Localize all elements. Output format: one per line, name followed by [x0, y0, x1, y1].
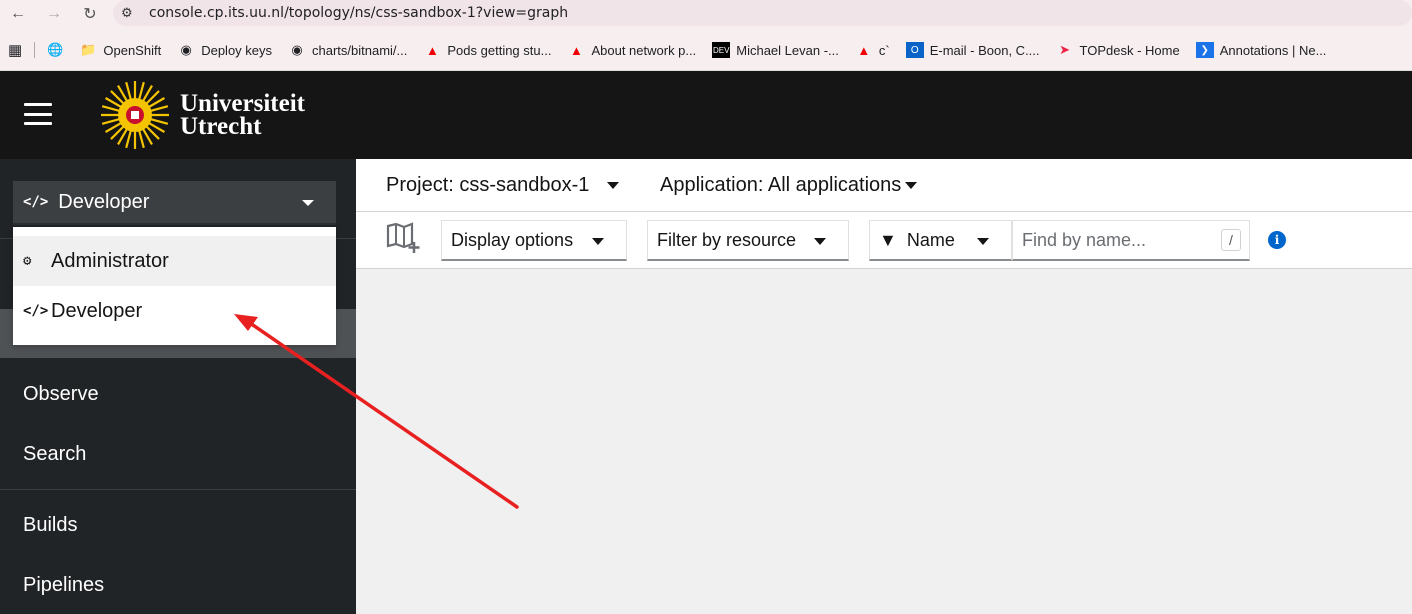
- bookmarks-bar: ▦ 🌐 📁 OpenShift ◉ Deploy keys ◉ charts/bitn…: [0, 36, 1412, 64]
- folder-icon: 📁: [80, 42, 97, 57]
- bookmark-item[interactable]: ▲ About network p...: [559, 36, 704, 64]
- bookmark-label: TOPdesk - Home: [1079, 42, 1180, 58]
- project-bar: Project: css-sandbox-1 Application: All …: [356, 159, 1412, 212]
- bookmark-item[interactable]: ➤ TOPdesk - Home: [1048, 36, 1188, 64]
- caret-down-icon: [592, 238, 604, 245]
- bookmark-label: Annotations | Ne...: [1219, 42, 1327, 58]
- university-logo[interactable]: Universiteit Utrecht: [96, 79, 305, 151]
- kube-icon: ❯: [1195, 42, 1214, 58]
- masthead: Universiteit Utrecht: [0, 71, 1412, 159]
- back-icon[interactable]: ←: [0, 0, 36, 28]
- sidebar-item-observe[interactable]: Observe: [23, 383, 99, 406]
- perspective-label: Developer: [58, 190, 150, 213]
- display-options-dropdown[interactable]: Display options: [441, 220, 627, 261]
- filter-icon: ▼: [879, 229, 897, 250]
- cogs-icon: ⚙: [23, 253, 32, 269]
- url-text[interactable]: console.cp.its.uu.nl/topology/ns/css-san…: [143, 5, 568, 21]
- code-icon: </>: [23, 194, 49, 210]
- logo-line-2: Utrecht: [180, 113, 262, 140]
- globe-icon[interactable]: 🌐: [39, 36, 71, 64]
- bookmark-separator: [34, 42, 36, 58]
- logo-text: Universiteit Utrecht: [180, 90, 305, 140]
- project-selector[interactable]: Project: css-sandbox-1: [386, 174, 620, 197]
- caret-down-icon: [607, 182, 620, 189]
- bookmark-item[interactable]: ▲ c`: [847, 36, 898, 64]
- menu-item-developer[interactable]: </> Developer: [13, 286, 336, 336]
- sidebar-divider: [0, 489, 356, 490]
- bookmark-item[interactable]: ▲ Pods getting stu...: [415, 36, 559, 64]
- display-options-label: Display options: [451, 229, 574, 250]
- sidebar-item-builds[interactable]: Builds: [23, 514, 77, 537]
- topology-canvas[interactable]: [356, 269, 1412, 614]
- bookmark-label: Deploy keys: [201, 42, 273, 58]
- sidebar-item-search[interactable]: Search: [23, 443, 86, 466]
- github-icon: ◉: [180, 42, 192, 57]
- browser-chrome: ← → ↻ ⚙ console.cp.its.uu.nl/topology/ns…: [0, 0, 1412, 71]
- hamburger-menu-icon[interactable]: [24, 103, 52, 125]
- shortcut-key-hint: /: [1221, 229, 1241, 251]
- topology-toolbar: Display options Filter by resource ▼ Nam…: [356, 212, 1412, 269]
- menu-item-label: Developer: [51, 299, 143, 322]
- find-by-name-input[interactable]: Find by name... /: [1012, 220, 1250, 261]
- filter-by-resource-label: Filter by resource: [657, 229, 797, 250]
- info-icon[interactable]: i: [1268, 231, 1286, 249]
- add-to-project-icon[interactable]: [386, 222, 422, 254]
- caret-down-icon: [814, 238, 826, 245]
- code-icon: </>: [23, 303, 49, 319]
- application-selector[interactable]: Application: All applications: [660, 174, 918, 197]
- bookmark-label: About network p...: [591, 42, 697, 58]
- dev-icon: DEV: [712, 42, 731, 58]
- project-label: Project: css-sandbox-1: [386, 174, 590, 196]
- bookmark-label: E-mail - Boon, C....: [929, 42, 1040, 58]
- bookmark-item[interactable]: 📁 OpenShift: [71, 36, 169, 64]
- site-settings-icon[interactable]: ⚙: [121, 5, 143, 21]
- redhat-icon: ▲: [425, 42, 439, 58]
- topdesk-icon: ➤: [1059, 42, 1070, 57]
- github-icon: ◉: [291, 42, 303, 57]
- menu-item-label: Administrator: [51, 249, 169, 272]
- bookmark-item[interactable]: ◉ Deploy keys: [169, 36, 280, 64]
- bookmark-item[interactable]: DEV Michael Levan -...: [704, 36, 847, 64]
- address-bar[interactable]: ⚙ console.cp.its.uu.nl/topology/ns/css-s…: [113, 0, 1412, 26]
- caret-down-icon: [977, 238, 989, 245]
- perspective-switcher[interactable]: </> Developer: [13, 181, 336, 225]
- bookmark-label: c`: [878, 42, 890, 58]
- menu-item-administrator[interactable]: ⚙ Administrator: [13, 236, 336, 286]
- filter-by-resource-dropdown[interactable]: Filter by resource: [647, 220, 849, 261]
- bookmark-item[interactable]: ◉ charts/bitnami/...: [280, 36, 415, 64]
- bookmark-item[interactable]: ❯ Annotations | Ne...: [1188, 36, 1335, 64]
- caret-down-icon: [302, 200, 314, 206]
- apps-icon[interactable]: ▦: [0, 36, 30, 64]
- reload-icon[interactable]: ↻: [72, 0, 108, 28]
- sun-logo-icon: [101, 81, 169, 149]
- bookmark-label: Pods getting stu...: [447, 42, 552, 58]
- filter-type-label: Name: [906, 229, 955, 250]
- perspective-menu: ⚙ Administrator </> Developer: [13, 227, 336, 345]
- caret-down-icon: [905, 182, 918, 189]
- application-label: Application: All applications: [660, 174, 902, 196]
- bookmark-label: charts/bitnami/...: [312, 42, 408, 58]
- bookmark-item[interactable]: O E-mail - Boon, C....: [898, 36, 1048, 64]
- forward-icon[interactable]: →: [36, 0, 72, 28]
- sidebar-item-pipelines[interactable]: Pipelines: [23, 574, 104, 597]
- bookmark-label: OpenShift: [103, 42, 162, 58]
- redhat-icon: ▲: [857, 42, 871, 58]
- outlook-icon: O: [905, 42, 924, 58]
- logo-line-1: Universiteit: [180, 90, 305, 117]
- bookmark-label: Michael Levan -...: [736, 42, 839, 58]
- find-placeholder: Find by name...: [1022, 229, 1147, 250]
- redhat-icon: ▲: [570, 42, 583, 58]
- filter-type-dropdown[interactable]: ▼ Name: [869, 220, 1012, 261]
